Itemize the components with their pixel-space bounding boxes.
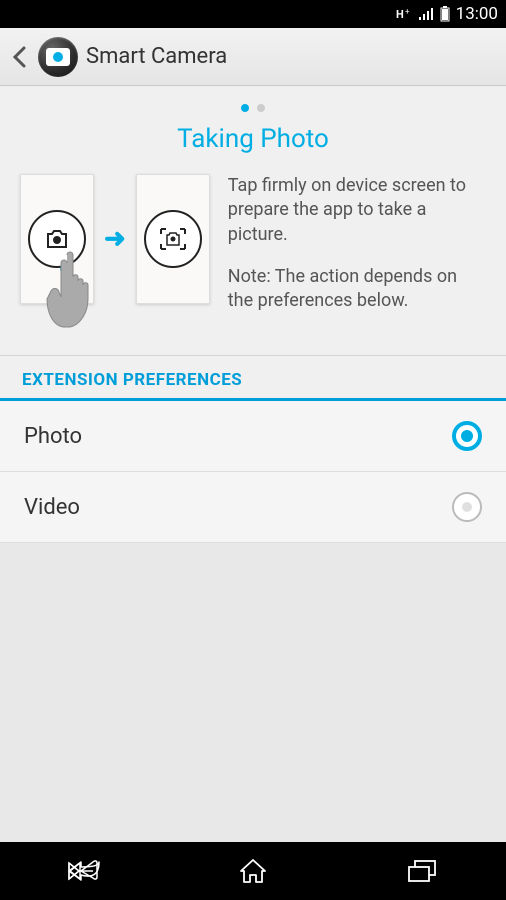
illustration-cards: ➜ bbox=[20, 174, 210, 304]
status-bar: H+ 13:00 bbox=[0, 0, 506, 28]
app-title: Smart Camera bbox=[86, 44, 227, 69]
preference-list: Photo Video bbox=[0, 401, 506, 543]
pref-label: Photo bbox=[24, 424, 82, 449]
pref-item-photo[interactable]: Photo bbox=[0, 401, 506, 472]
pref-item-video[interactable]: Video bbox=[0, 472, 506, 543]
pref-label: Video bbox=[24, 495, 80, 520]
page-dot[interactable] bbox=[241, 104, 249, 112]
card-after bbox=[136, 174, 210, 304]
svg-text:H: H bbox=[396, 8, 404, 21]
page-dot[interactable] bbox=[257, 104, 265, 112]
app-bar: Smart Camera bbox=[0, 28, 506, 86]
system-nav-bar bbox=[0, 842, 506, 900]
section-heading: Taking Photo bbox=[0, 118, 506, 168]
preferences-header: EXTENSION PREFERENCES bbox=[0, 356, 506, 401]
description-line-2: Note: The action depends on the preferen… bbox=[228, 265, 486, 314]
svg-text:+: + bbox=[405, 7, 410, 16]
arrow-right-icon: ➜ bbox=[104, 224, 126, 254]
radio-video[interactable] bbox=[452, 492, 482, 522]
hand-tap-icon bbox=[43, 247, 101, 329]
page-indicator bbox=[0, 86, 506, 118]
description-line-1: Tap firmly on device screen to prepare t… bbox=[228, 174, 486, 247]
battery-icon bbox=[440, 6, 450, 22]
nav-recent-button[interactable] bbox=[397, 851, 447, 891]
nav-back-button[interactable] bbox=[59, 851, 109, 891]
card-before bbox=[20, 174, 94, 304]
tutorial-row: ➜ Tap firmly on device screen to prepare… bbox=[0, 168, 506, 355]
back-button[interactable] bbox=[8, 46, 30, 68]
content: Taking Photo ➜ bbox=[0, 86, 506, 543]
camera-focus-circle-icon bbox=[144, 210, 202, 268]
tutorial-description: Tap firmly on device screen to prepare t… bbox=[210, 174, 486, 331]
app-icon bbox=[38, 37, 78, 77]
status-time: 13:00 bbox=[456, 4, 498, 24]
nav-home-button[interactable] bbox=[228, 851, 278, 891]
signal-icon bbox=[418, 7, 434, 21]
network-hplus-icon: H+ bbox=[396, 7, 412, 21]
radio-photo[interactable] bbox=[452, 421, 482, 451]
